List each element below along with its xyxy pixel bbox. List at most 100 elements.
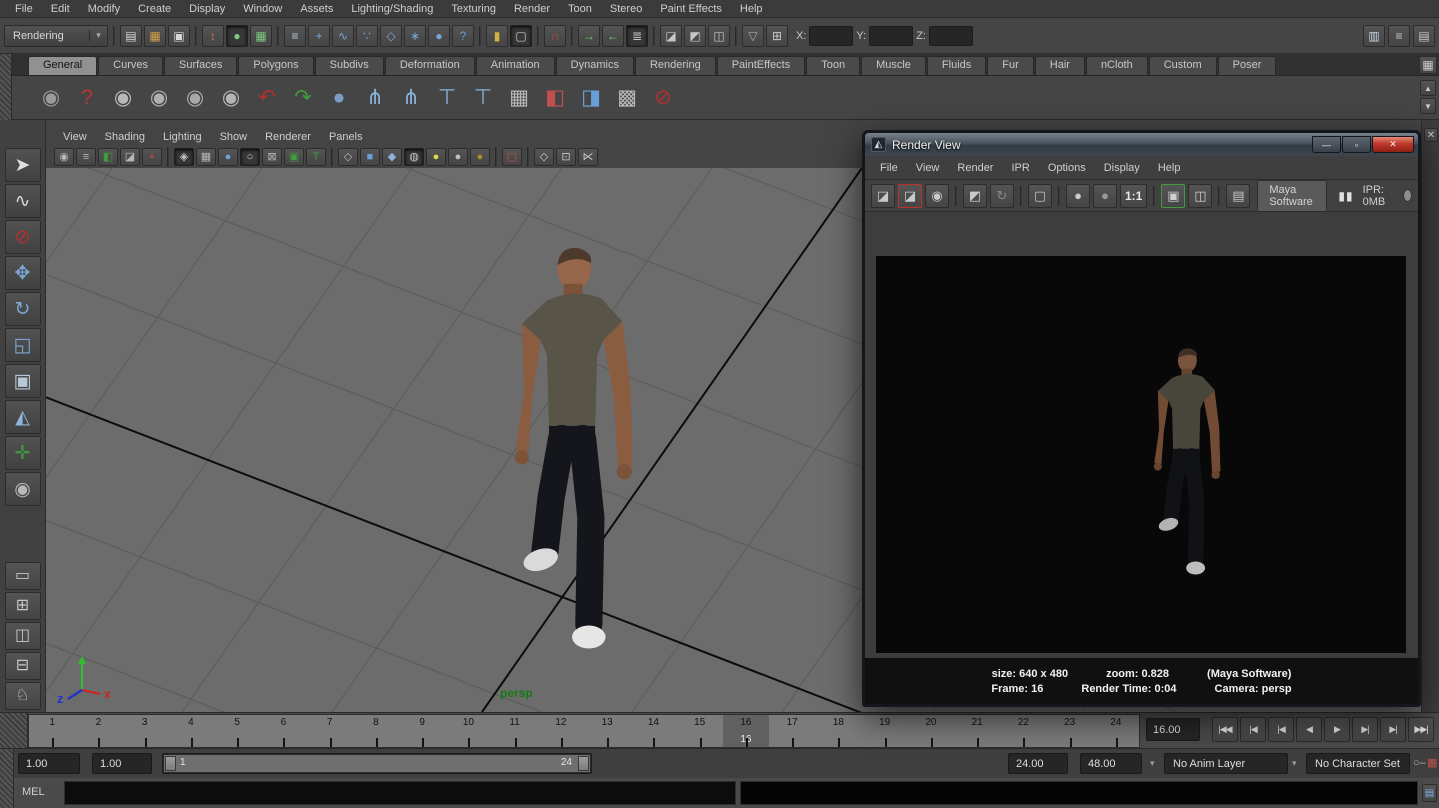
anim-layer-selector[interactable]: No Anim Layer <box>1164 753 1288 774</box>
shaded-sphere-icon[interactable]: ● <box>218 148 238 166</box>
maximize-button[interactable]: ▫ <box>1342 136 1371 153</box>
show-manipulator-icon[interactable]: ✛ <box>5 436 41 470</box>
panel-menu-item[interactable]: Show <box>211 131 257 143</box>
dragon-layout-icon[interactable]: ♘ <box>5 682 41 710</box>
snapshot-icon[interactable]: ◉ <box>925 184 949 208</box>
flat-circle-icon[interactable]: ○ <box>240 148 260 166</box>
dropdown-arrow-icon[interactable]: ▽ <box>742 25 764 47</box>
timeline-frame[interactable]: 4 <box>168 715 214 747</box>
sphere-cube-select-icon[interactable]: ◨ <box>574 80 608 116</box>
output-connections-icon[interactable]: ← <box>602 25 624 47</box>
snap-move-icon[interactable]: + <box>308 25 330 47</box>
region-render-icon[interactable]: ▢ <box>1028 184 1052 208</box>
menubar-item[interactable]: Edit <box>42 3 79 15</box>
shaded-cube-icon[interactable]: ■ <box>360 148 380 166</box>
camera-tumble-icon[interactable]: ◉ <box>106 80 140 116</box>
timeline-frame[interactable]: 22 <box>1000 715 1046 747</box>
snap-together-icon[interactable]: ∩ <box>544 25 566 47</box>
render-current-frame-icon[interactable]: ◪ <box>871 184 895 208</box>
camera-track-icon[interactable]: ◉ <box>142 80 176 116</box>
panel-menu-item[interactable]: Lighting <box>154 131 211 143</box>
bookmark-icon[interactable]: ◧ <box>98 148 118 166</box>
z-coordinate-input[interactable] <box>929 26 973 46</box>
snap-point-icon[interactable]: ∵ <box>356 25 378 47</box>
timeline-frame[interactable]: 8 <box>353 715 399 747</box>
camera-attributes-icon[interactable]: ≡ <box>76 148 96 166</box>
paint-selection-tool-icon[interactable]: ⊘ <box>5 220 41 254</box>
universal-manipulator-icon[interactable]: ▣ <box>5 364 41 398</box>
shelf-tab[interactable]: Dynamics <box>556 56 634 75</box>
camera-zoom-icon[interactable]: ◉ <box>214 80 248 116</box>
render-view-menu-item[interactable]: Options <box>1039 162 1095 174</box>
timeline-frame[interactable]: 7 <box>307 715 353 747</box>
timeline-frame[interactable]: 24 <box>1093 715 1139 747</box>
render-current-frame-icon[interactable]: ◪ <box>660 25 682 47</box>
render-view-menu-item[interactable]: Render <box>948 162 1002 174</box>
scroll-down-icon[interactable]: ▼ <box>1420 98 1436 114</box>
step-forward-key-button[interactable]: ▶| <box>1352 717 1378 742</box>
shelf-tab[interactable]: Curves <box>98 56 163 75</box>
transform-fields-icon[interactable]: ⊞ <box>766 25 788 47</box>
mel-mode-label[interactable]: MEL <box>22 786 45 798</box>
playback-start-field[interactable]: 1.00 <box>92 753 152 774</box>
menubar-item[interactable]: Render <box>505 3 559 15</box>
snap-plane-icon[interactable]: ◇ <box>380 25 402 47</box>
timeline-frame[interactable]: 21 <box>954 715 1000 747</box>
remove-image-icon[interactable]: ◫ <box>1188 184 1212 208</box>
command-output-field[interactable] <box>740 781 1418 805</box>
select-tool-icon[interactable]: ➤ <box>5 148 41 182</box>
step-back-key-button[interactable]: |◀ <box>1268 717 1294 742</box>
animation-end-field[interactable]: 48.00 <box>1080 753 1142 774</box>
move-tool-icon[interactable]: ✥ <box>5 256 41 290</box>
close-button[interactable]: ✕ <box>1372 136 1414 153</box>
menubar-item[interactable]: Display <box>180 3 234 15</box>
menubar-item[interactable]: Assets <box>291 3 342 15</box>
persp-graph-layout-icon[interactable]: ⊟ <box>5 652 41 680</box>
attribute-editor-icon[interactable]: ▤ <box>1413 25 1435 47</box>
timeline-frame[interactable]: 19 <box>862 715 908 747</box>
timeline-frame[interactable]: 20 <box>908 715 954 747</box>
shelf-tab[interactable]: Custom <box>1149 56 1217 75</box>
cluster-handle-icon[interactable]: ⋔ <box>358 80 392 116</box>
menubar-item[interactable]: Lighting/Shading <box>342 3 442 15</box>
renderer-selector[interactable]: Maya Software <box>1257 180 1327 212</box>
menubar-item[interactable]: Window <box>234 3 291 15</box>
highlight-selection-icon[interactable]: ▢ <box>510 25 532 47</box>
folder-open-icon[interactable]: ▦ <box>144 25 166 47</box>
frame-ruler[interactable]: 1234567891011121314151616171819202122232… <box>28 714 1140 748</box>
hypergraph-icon[interactable]: ▦ <box>502 80 536 116</box>
chevron-down-icon[interactable]: ▾ <box>1150 758 1155 769</box>
animation-preferences-icon[interactable]: ▦ <box>1427 756 1437 769</box>
input-connections-icon[interactable]: → <box>578 25 600 47</box>
trash-icon[interactable]: ▦ <box>1419 56 1437 74</box>
construction-history-icon[interactable]: ≣ <box>626 25 648 47</box>
grid-display-icon[interactable]: ◈ <box>174 148 194 166</box>
close-icon[interactable]: ✕ <box>1424 128 1438 142</box>
texture-view-icon[interactable]: T <box>306 148 326 166</box>
alpha-channel-icon[interactable]: ● <box>1093 184 1117 208</box>
frame-view-icon[interactable]: ⊡ <box>556 148 576 166</box>
question-mark-icon[interactable]: ? <box>70 80 104 116</box>
panel-menu-item[interactable]: Renderer <box>256 131 320 143</box>
green-curved-arrow-icon[interactable]: ↷ <box>286 80 320 116</box>
refresh-ipr-icon[interactable]: ↻ <box>990 184 1014 208</box>
red-cube-select-icon[interactable]: ◧ <box>538 80 572 116</box>
soft-modification-icon[interactable]: ◭ <box>5 400 41 434</box>
menubar-item[interactable]: Stereo <box>601 3 651 15</box>
wire-cube-icon[interactable]: ◇ <box>338 148 358 166</box>
menu-set-selector[interactable]: Rendering ▾ <box>4 25 108 47</box>
stop-ipr-icon[interactable] <box>1403 189 1412 202</box>
menubar-item[interactable]: Modify <box>79 3 129 15</box>
timeline-frame[interactable]: 18 <box>815 715 861 747</box>
step-back-frame-button[interactable]: |◀ <box>1240 717 1266 742</box>
shelf-tab[interactable]: Surfaces <box>164 56 237 75</box>
cmdline-grip[interactable] <box>0 778 14 808</box>
isolate-cube-icon[interactable]: ◇ <box>534 148 554 166</box>
timeline-frame[interactable]: 12 <box>538 715 584 747</box>
quick-help-icon[interactable]: ? <box>452 25 474 47</box>
display-real-size-icon[interactable]: ▤ <box>1226 184 1250 208</box>
sphere-trash-icon[interactable]: ● <box>322 80 356 116</box>
shelf-tab[interactable]: Animation <box>476 56 555 75</box>
timeline-frame[interactable]: 15 <box>677 715 723 747</box>
ipr-render-icon[interactable]: ◩ <box>684 25 706 47</box>
